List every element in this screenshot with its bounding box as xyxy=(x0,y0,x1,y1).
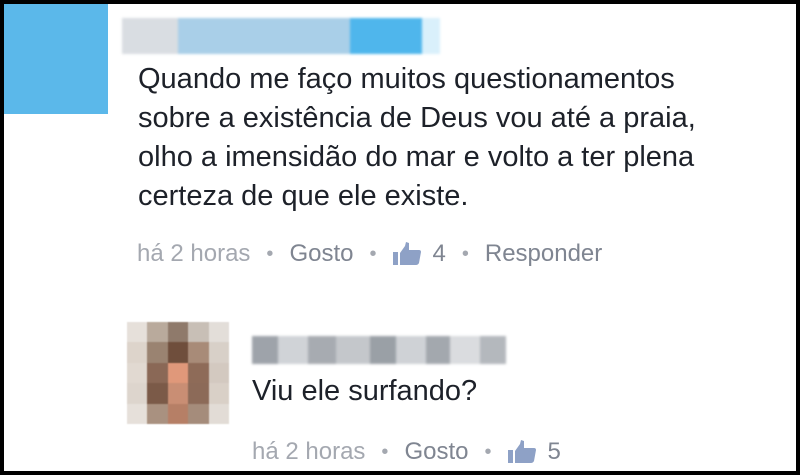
like-button[interactable]: Gosto xyxy=(289,240,353,268)
commenter-name-blurred[interactable] xyxy=(122,18,440,54)
reply-timestamp[interactable]: há 2 horas xyxy=(252,438,365,466)
separator-dot: • xyxy=(369,242,377,265)
like-count[interactable]: 4 xyxy=(432,240,445,268)
replier-avatar-pixelated[interactable] xyxy=(127,322,229,424)
thumbs-up-icon[interactable] xyxy=(392,242,422,266)
separator-dot: • xyxy=(266,242,274,265)
screenshot-frame: Quando me faço muitos questionamentos so… xyxy=(0,0,800,475)
reply-like-count[interactable]: 5 xyxy=(547,438,560,466)
reply-like-button[interactable]: Gosto xyxy=(404,438,468,466)
reply-button[interactable]: Responder xyxy=(485,240,602,268)
replier-name-blurred[interactable] xyxy=(252,336,506,364)
comment-text: Quando me faço muitos questionamentos so… xyxy=(138,63,696,212)
commenter-avatar[interactable] xyxy=(4,4,108,114)
separator-dot: • xyxy=(381,440,389,463)
comment-meta: há 2 horas • Gosto • 4 • Responder xyxy=(137,240,602,268)
separator-dot: • xyxy=(461,242,469,265)
comment-timestamp[interactable]: há 2 horas xyxy=(137,240,250,268)
separator-dot: • xyxy=(484,440,492,463)
reply-text: Viu ele surfando? xyxy=(252,375,478,407)
reply-meta: há 2 horas • Gosto • 5 xyxy=(252,438,561,466)
thumbs-up-icon[interactable] xyxy=(507,440,537,464)
